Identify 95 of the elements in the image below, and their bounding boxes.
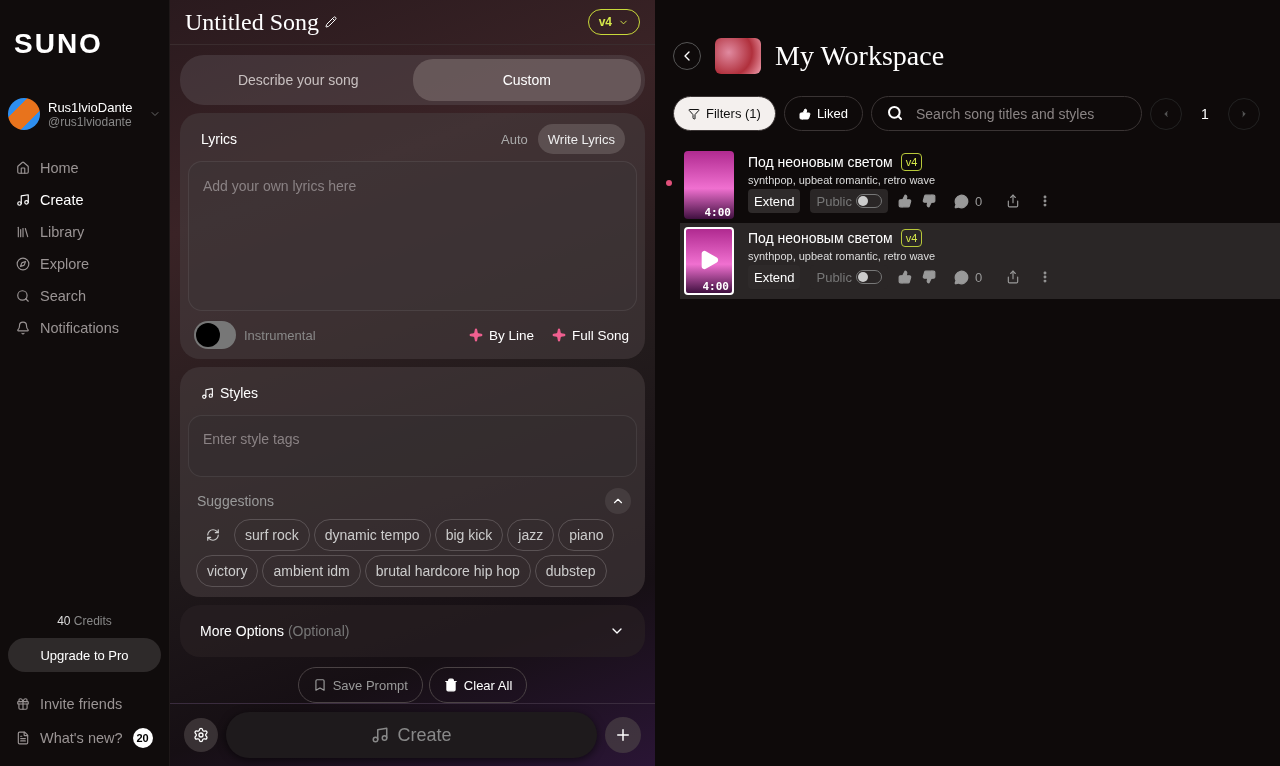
user-name: Rus1lvioDante bbox=[48, 99, 134, 115]
lyrics-mode-tab[interactable]: Auto bbox=[491, 124, 538, 154]
music-note-icon bbox=[16, 193, 30, 207]
like-button[interactable] bbox=[897, 270, 912, 284]
create-button[interactable]: Create bbox=[226, 712, 597, 758]
nav-item[interactable]: Create bbox=[8, 184, 161, 216]
version-tag: v4 bbox=[900, 153, 923, 171]
sparkle-icon bbox=[468, 328, 483, 342]
settings-button[interactable] bbox=[184, 718, 218, 752]
share-icon bbox=[1006, 194, 1021, 208]
thumbs-down-icon bbox=[921, 194, 936, 208]
comments-button[interactable]: 0 bbox=[953, 193, 983, 209]
nav-item[interactable]: Notifications bbox=[8, 312, 161, 344]
search-field[interactable]: Search song titles and styles bbox=[870, 96, 1142, 131]
music-note-icon bbox=[371, 726, 390, 744]
extend-button[interactable]: Extend bbox=[748, 265, 801, 289]
count-badge: 20 bbox=[132, 728, 153, 748]
dislike-button[interactable] bbox=[921, 270, 936, 284]
song-thumbnail[interactable]: 4:00 bbox=[684, 227, 734, 295]
extend-button[interactable]: Extend bbox=[748, 189, 801, 213]
plus-icon bbox=[614, 726, 632, 744]
song-row[interactable]: 4:00 Под неоновым светом v4 synthpop, upbeat romantic, retro wave Extend Public 0 bbox=[680, 147, 1280, 223]
nav-item[interactable]: Home bbox=[8, 152, 161, 184]
song-styles: synthpop, upbeat romantic, retro wave bbox=[748, 250, 937, 262]
compass-icon bbox=[16, 257, 30, 271]
avatar bbox=[8, 98, 40, 130]
share-button[interactable] bbox=[1006, 194, 1021, 208]
nav-item[interactable]: Library bbox=[8, 216, 161, 248]
collapse-button[interactable] bbox=[605, 488, 631, 514]
thumbs-down-icon bbox=[921, 270, 936, 284]
page-number: 1 bbox=[1200, 105, 1210, 122]
song-row[interactable]: 4:00 Под неоновым светом v4 synthpop, upbeat romantic, retro wave Extend Public 0 bbox=[680, 223, 1280, 299]
suggestions-label: Suggestions bbox=[197, 493, 275, 509]
user-handle: @rus1lviodante bbox=[48, 114, 133, 129]
library-icon bbox=[16, 225, 30, 239]
chevron-left-icon bbox=[1161, 108, 1171, 119]
logo: SUNO bbox=[13, 28, 104, 60]
song-styles: synthpop, upbeat romantic, retro wave bbox=[748, 174, 937, 186]
song-title: Под неоновым светом bbox=[748, 230, 893, 246]
trash-icon bbox=[443, 678, 458, 692]
version-tag: v4 bbox=[900, 229, 923, 247]
filter-icon bbox=[688, 107, 700, 120]
mode-tab[interactable]: Custom bbox=[412, 59, 641, 101]
lyrics-title: Lyrics bbox=[201, 131, 238, 147]
nav-item[interactable]: Search bbox=[8, 280, 161, 312]
song-duration: 4:00 bbox=[704, 206, 731, 219]
style-tags-field[interactable]: Enter style tags bbox=[188, 415, 637, 477]
thumbs-up-icon bbox=[897, 194, 912, 208]
generate-lyrics-button[interactable]: By Line bbox=[468, 327, 534, 343]
settings-icon bbox=[193, 727, 209, 743]
thumbs-up-icon bbox=[897, 270, 912, 284]
lyrics-mode-tab[interactable]: Write Lyrics bbox=[537, 124, 625, 154]
dislike-button[interactable] bbox=[921, 194, 936, 208]
lyrics-field[interactable]: Add your own lyrics here bbox=[188, 161, 637, 311]
song-title: Под неоновым светом bbox=[748, 154, 893, 170]
comment-icon bbox=[953, 269, 969, 285]
refresh-icon[interactable] bbox=[206, 528, 220, 542]
nav-item[interactable]: Explore bbox=[8, 248, 161, 280]
bell-icon bbox=[16, 321, 30, 335]
song-title: Untitled Song bbox=[185, 8, 319, 36]
sparkle-icon bbox=[551, 328, 566, 342]
credits-text: 40 Credits bbox=[56, 614, 113, 628]
search-icon bbox=[886, 105, 903, 121]
mode-tab[interactable]: Describe your song bbox=[184, 59, 413, 101]
upgrade-button[interactable]: Upgrade to Pro bbox=[8, 638, 161, 672]
like-button[interactable] bbox=[897, 194, 912, 208]
generate-lyrics-button[interactable]: Full Song bbox=[551, 327, 629, 343]
more-options-button[interactable]: More Options (Optional) bbox=[180, 605, 645, 657]
sidebar-link[interactable]: Invite friends bbox=[8, 688, 161, 720]
share-icon bbox=[1006, 270, 1021, 284]
link-label: Invite friends bbox=[40, 696, 123, 712]
user-menu[interactable]: Rus1lvioDante @rus1lviodante bbox=[8, 98, 161, 130]
link-label: What's new? bbox=[40, 730, 123, 746]
document-icon bbox=[16, 731, 30, 745]
song-thumbnail[interactable]: 4:00 bbox=[684, 151, 734, 219]
comments-button[interactable]: 0 bbox=[953, 269, 983, 285]
bookmark-icon bbox=[312, 678, 327, 692]
home-icon bbox=[16, 161, 30, 175]
song-duration: 4:00 bbox=[702, 280, 729, 293]
workspace-cover bbox=[715, 38, 761, 74]
gift-icon bbox=[16, 697, 30, 711]
styles-title: Styles bbox=[220, 385, 259, 401]
thumbs-up-icon bbox=[798, 107, 811, 120]
search-icon bbox=[16, 289, 30, 303]
sidebar-link[interactable]: What's new? 20 bbox=[8, 720, 161, 756]
share-button[interactable] bbox=[1006, 270, 1021, 284]
music-note-icon bbox=[201, 386, 214, 400]
comment-icon bbox=[953, 193, 969, 209]
add-button[interactable] bbox=[605, 717, 641, 753]
filters-button[interactable]: Filters (1) bbox=[673, 96, 776, 131]
chevron-right-icon bbox=[1239, 108, 1249, 119]
workspace-title: My Workspace bbox=[775, 40, 945, 72]
pencil-icon[interactable] bbox=[325, 16, 337, 28]
instrumental-label: Instrumental bbox=[244, 327, 316, 343]
instrumental-switch[interactable] bbox=[194, 321, 236, 349]
